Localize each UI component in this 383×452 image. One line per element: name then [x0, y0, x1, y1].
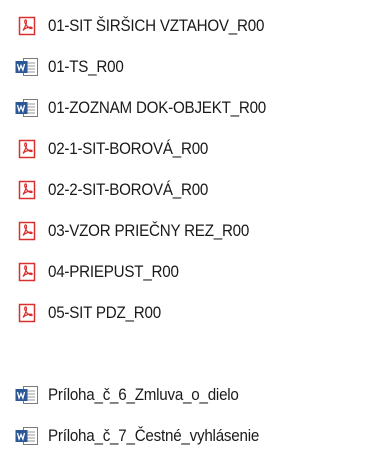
- file-name: 04-PRIEPUST_R00: [48, 263, 179, 281]
- file-name: Príloha_č_6_Zmluva_o_dielo: [48, 386, 239, 404]
- file-item-pdf[interactable]: 04-PRIEPUST_R00: [14, 259, 190, 285]
- file-list: 01-SIT ŠIRŠICH VZTAHOV_R00 01-TS_R00 01-…: [0, 0, 383, 452]
- file-item-pdf[interactable]: 01-SIT ŠIRŠICH VZTAHOV_R00: [14, 13, 283, 39]
- pdf-icon: [14, 220, 40, 242]
- pdf-icon: [14, 261, 40, 283]
- file-name: 01-TS_R00: [48, 58, 124, 76]
- file-name: 03-VZOR PRIEČNY REZ_R00: [48, 222, 250, 240]
- word-document-icon: [14, 56, 40, 78]
- file-name: 01-ZOZNAM DOK-OBJEKT_R00: [48, 99, 267, 117]
- pdf-icon: [14, 302, 40, 324]
- word-document-icon: [14, 97, 40, 119]
- file-item-word[interactable]: 01-TS_R00: [14, 54, 130, 80]
- file-name: 02-1-SIT-BOROVÁ_R00: [48, 140, 209, 158]
- file-item-pdf[interactable]: 05-SIT PDZ_R00: [14, 300, 171, 326]
- file-item-word[interactable]: 01-ZOZNAM DOK-OBJEKT_R00: [14, 95, 285, 121]
- pdf-icon: [14, 138, 40, 160]
- file-item-pdf[interactable]: 02-2-SIT-BOROVÁ_R00: [14, 177, 222, 203]
- file-name: 01-SIT ŠIRŠICH VZTAHOV_R00: [48, 17, 265, 35]
- file-item-word[interactable]: Príloha_č_6_Zmluva_o_dielo: [14, 382, 255, 408]
- file-item-pdf[interactable]: 02-1-SIT-BOROVÁ_R00: [14, 136, 222, 162]
- file-name: 05-SIT PDZ_R00: [48, 304, 161, 322]
- file-item-pdf[interactable]: 03-VZOR PRIEČNY REZ_R00: [14, 218, 267, 244]
- file-item-word[interactable]: Príloha_č_7_Čestné_vyhlásenie: [14, 423, 277, 449]
- pdf-icon: [14, 15, 40, 37]
- word-document-icon: [14, 425, 40, 447]
- file-name: Príloha_č_7_Čestné_vyhlásenie: [48, 427, 260, 445]
- word-document-icon: [14, 384, 40, 406]
- pdf-icon: [14, 179, 40, 201]
- file-name: 02-2-SIT-BOROVÁ_R00: [48, 181, 209, 199]
